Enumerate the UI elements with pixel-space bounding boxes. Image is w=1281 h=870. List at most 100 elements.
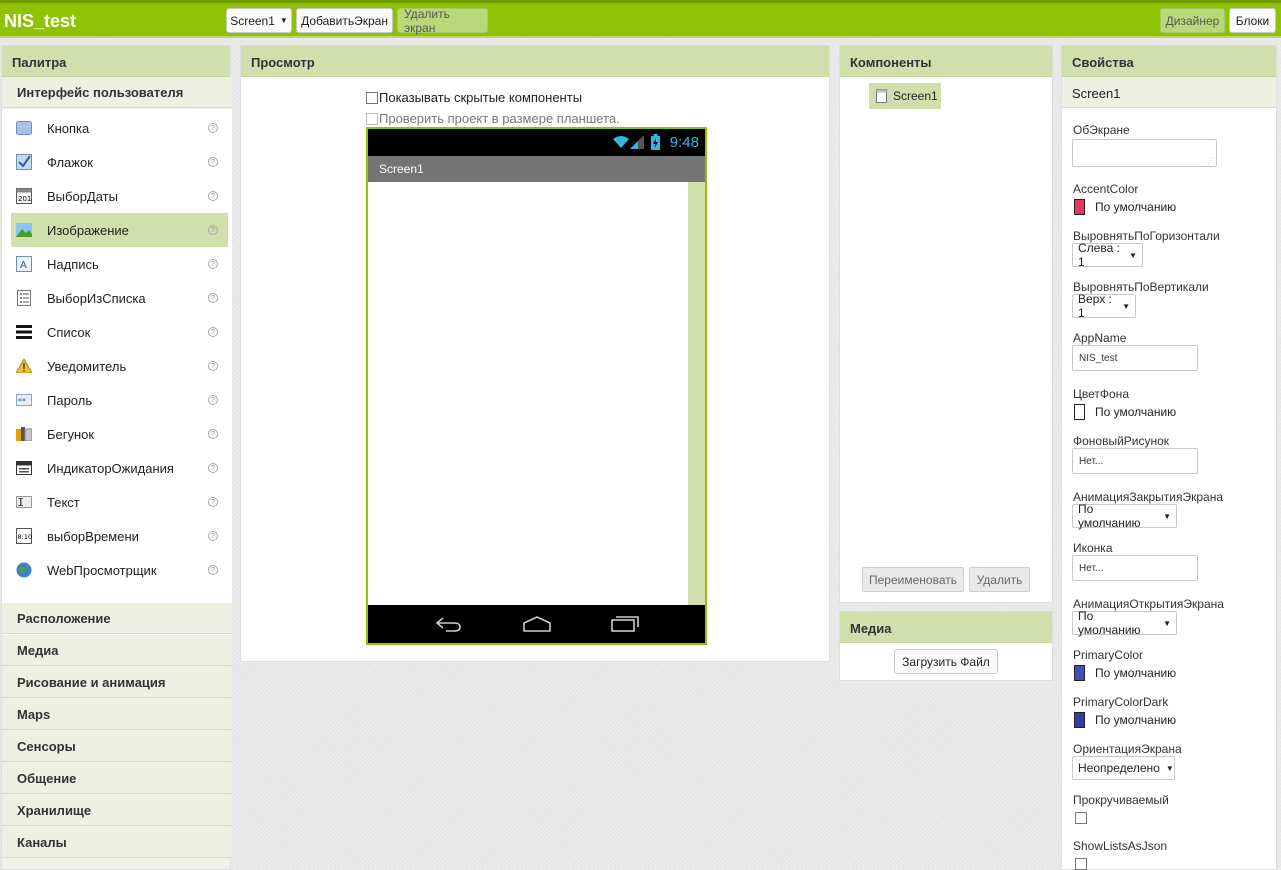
palette-item-image[interactable]: Изображение ? xyxy=(11,213,228,247)
rename-button[interactable]: Переименовать xyxy=(862,567,964,592)
show-hidden-checkbox[interactable] xyxy=(366,91,378,104)
scrollable-checkbox[interactable] xyxy=(1075,812,1087,824)
accent-color-picker[interactable]: По умолчанию xyxy=(1074,199,1176,215)
palette-item-label: WebПросмотрщик xyxy=(47,562,157,578)
palette-category-media[interactable]: Медиа xyxy=(2,635,232,666)
tree-item-screen1[interactable]: Screen1 xyxy=(869,83,941,109)
upload-file-button[interactable]: Загрузить Файл xyxy=(894,649,998,674)
label-icon: A xyxy=(16,256,32,272)
about-screen-label: ОбЭкране xyxy=(1073,123,1130,137)
viewer-panel: Просмотр Показывать скрытые компоненты П… xyxy=(240,45,830,662)
align-vertical-select[interactable]: Верх : 1 ▼ xyxy=(1072,292,1136,320)
media-panel: Медиа Загрузить Файл xyxy=(839,611,1053,681)
designer-button[interactable]: Дизайнер xyxy=(1160,8,1225,33)
tree-item-label: Screen1 xyxy=(893,89,938,103)
delete-button[interactable]: Удалить xyxy=(969,567,1030,592)
icon-input[interactable]: Нет... xyxy=(1072,555,1198,581)
open-animation-select[interactable]: По умолчанию ▼ xyxy=(1072,609,1177,637)
chevron-down-icon: ▼ xyxy=(1163,511,1171,521)
blocks-button[interactable]: Блоки xyxy=(1229,8,1276,33)
warning-triangle-icon xyxy=(16,358,32,374)
chevron-down-icon: ▼ xyxy=(1122,301,1130,311)
palette-item-label: Надпись xyxy=(47,256,99,272)
properties-panel: Свойства Screen1 ОбЭкране ⋰ AccentColor … xyxy=(1061,45,1277,870)
tablet-preview-checkbox[interactable] xyxy=(366,112,378,125)
icon-label: Иконка xyxy=(1073,541,1113,555)
help-icon[interactable]: ? xyxy=(208,429,218,439)
palette-item-textbox[interactable]: Текст ? xyxy=(11,485,228,519)
help-icon[interactable]: ? xyxy=(208,191,218,201)
palette-category-sensors[interactable]: Сенсоры xyxy=(2,731,232,762)
home-icon xyxy=(522,615,552,636)
palette-item-label[interactable]: A Надпись ? xyxy=(11,247,228,281)
screen-select-label: Screen1 xyxy=(230,13,275,28)
phone-preview: 9:48 Screen1 xyxy=(366,127,707,645)
primary-color-dark-value: По умолчанию xyxy=(1095,713,1177,727)
timepicker-icon: 8:10 xyxy=(16,528,32,544)
palette-item-button[interactable]: Кнопка ? xyxy=(11,111,228,145)
viewer-title: Просмотр xyxy=(241,46,829,77)
help-icon[interactable]: ? xyxy=(208,225,218,235)
primary-color-value: По умолчанию xyxy=(1095,666,1177,680)
palette-item-timepicker[interactable]: 8:10 выборВремени ? xyxy=(11,519,228,553)
help-icon[interactable]: ? xyxy=(208,259,218,269)
remove-screen-button[interactable]: Удалить экран xyxy=(397,7,488,35)
close-animation-value: По умолчанию xyxy=(1078,502,1141,530)
tablet-preview-row[interactable]: Проверить проект в размере планшета. xyxy=(366,111,620,126)
palette-item-listview[interactable]: Список ? xyxy=(11,315,228,349)
chevron-down-icon: ▼ xyxy=(1163,618,1171,628)
align-horizontal-value: Слева : 1 xyxy=(1078,241,1120,269)
orientation-select[interactable]: Неопределено ▼ xyxy=(1072,756,1175,780)
palette-item-notifier[interactable]: Уведомитель ? xyxy=(11,349,228,383)
about-screen-textarea[interactable]: ⋰ xyxy=(1072,139,1217,167)
help-icon[interactable]: ? xyxy=(208,361,218,371)
palette-category-user-interface[interactable]: Интерфейс пользователя xyxy=(2,77,232,108)
show-hidden-row[interactable]: Показывать скрытые компоненты xyxy=(366,90,582,105)
add-screen-button[interactable]: ДобавитьЭкран xyxy=(296,8,393,33)
palette-category-storage[interactable]: Хранилище xyxy=(2,795,232,826)
palette-category-drawing[interactable]: Рисование и анимация xyxy=(2,667,232,698)
svg-text:8:10: 8:10 xyxy=(18,533,33,541)
palette-item-label: Флажок xyxy=(47,154,93,170)
background-color-picker[interactable]: По умолчанию xyxy=(1074,404,1176,420)
palette-item-spinner[interactable]: ИндикаторОжидания ? xyxy=(11,451,228,485)
orientation-value: Неопределено xyxy=(1078,761,1160,775)
palette-item-listpicker[interactable]: ВыборИзСписка ? xyxy=(11,281,228,315)
palette-category-layout[interactable]: Расположение xyxy=(2,603,232,634)
button-icon xyxy=(16,120,32,136)
screen-select-dropdown[interactable]: Screen1 ▼ xyxy=(226,8,292,33)
show-lists-as-json-checkbox[interactable] xyxy=(1075,858,1087,870)
app-name-input[interactable]: NIS_test xyxy=(1072,345,1198,371)
primary-color-picker[interactable]: По умолчанию xyxy=(1074,665,1176,681)
primary-color-dark-picker[interactable]: По умолчанию xyxy=(1074,712,1176,728)
spinner-icon xyxy=(16,460,32,476)
help-icon[interactable]: ? xyxy=(208,327,218,337)
help-icon[interactable]: ? xyxy=(208,157,218,167)
top-bar: NIS_test Screen1 ▼ ДобавитьЭкран Удалить… xyxy=(0,0,1281,38)
palette-item-datepicker[interactable]: 201 ВыборДаты ? xyxy=(11,179,228,213)
signal-icon xyxy=(630,135,644,152)
close-animation-select[interactable]: По умолчанию ▼ xyxy=(1072,502,1177,530)
help-icon[interactable]: ? xyxy=(208,531,218,541)
palette-item-checkbox[interactable]: Флажок ? xyxy=(11,145,228,179)
help-icon[interactable]: ? xyxy=(208,565,218,575)
palette-item-slider[interactable]: Бегунок ? xyxy=(11,417,228,451)
palette-category-social[interactable]: Общение xyxy=(2,763,232,794)
help-icon[interactable]: ? xyxy=(208,123,218,133)
palette-category-channels[interactable]: Каналы xyxy=(2,827,232,858)
background-color-label: ЦветФона xyxy=(1073,387,1129,401)
background-image-input[interactable]: Нет... xyxy=(1072,448,1198,474)
help-icon[interactable]: ? xyxy=(208,395,218,405)
primary-color-dark-label: PrimaryColorDark xyxy=(1073,695,1169,709)
components-panel: Компоненты Screen1 Переименовать Удалить xyxy=(839,45,1053,603)
help-icon[interactable]: ? xyxy=(208,463,218,473)
palette-title: Палитра xyxy=(2,46,230,77)
palette-item-password[interactable]: ** Пароль ? xyxy=(11,383,228,417)
accent-color-value: По умолчанию xyxy=(1095,200,1177,214)
palette-item-webviewer[interactable]: WebПросмотрщик ? xyxy=(11,553,228,587)
palette-category-maps[interactable]: Maps xyxy=(2,699,232,730)
help-icon[interactable]: ? xyxy=(208,293,218,303)
align-horizontal-select[interactable]: Слева : 1 ▼ xyxy=(1072,241,1143,269)
palette-item-label: выборВремени xyxy=(47,528,139,544)
help-icon[interactable]: ? xyxy=(208,497,218,507)
